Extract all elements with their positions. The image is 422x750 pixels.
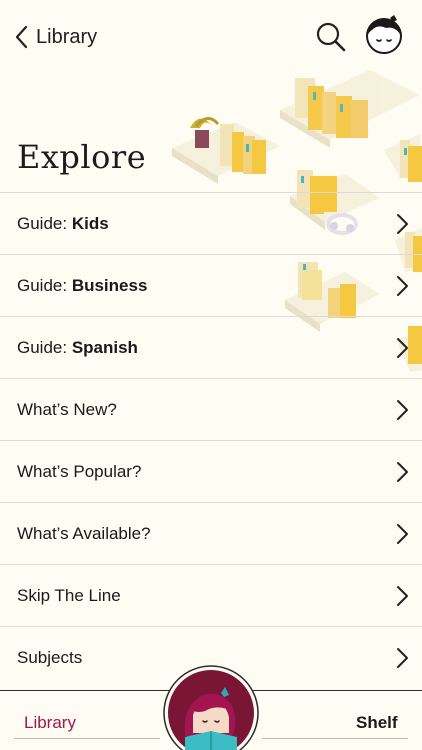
- list-item-label: Guide: Spanish: [17, 337, 138, 357]
- list-item-label: Subjects: [17, 647, 83, 667]
- list-item-label: What’s Popular?: [17, 461, 142, 481]
- chevron-right-icon: [397, 214, 408, 234]
- list-item-guide-business[interactable]: Guide: Business: [0, 254, 422, 316]
- chevron-left-icon: [15, 25, 28, 49]
- search-icon: [316, 22, 346, 52]
- back-label: Library: [36, 25, 98, 48]
- chevron-right-icon: [397, 462, 408, 482]
- top-bar: Library: [0, 0, 422, 72]
- explore-list: Guide: Kids Guide: Business Guide: Spani…: [0, 192, 422, 688]
- tab-divider: [14, 738, 160, 739]
- search-button[interactable]: [314, 20, 348, 54]
- chevron-right-icon: [397, 648, 408, 668]
- list-item-guide-spanish[interactable]: Guide: Spanish: [0, 316, 422, 378]
- list-item-whats-new[interactable]: What’s New?: [0, 378, 422, 440]
- list-item-skip-the-line[interactable]: Skip The Line: [0, 564, 422, 626]
- tab-library[interactable]: Library: [24, 713, 76, 733]
- list-item-label: Guide: Kids: [17, 213, 109, 233]
- list-item-label: Guide: Business: [17, 275, 148, 295]
- libby-reader-button[interactable]: [163, 665, 259, 750]
- page-title: Explore: [17, 138, 147, 176]
- list-item-whats-popular[interactable]: What’s Popular?: [0, 440, 422, 502]
- chevron-right-icon: [397, 586, 408, 606]
- back-button[interactable]: Library: [14, 22, 97, 52]
- list-item-label: What’s Available?: [17, 523, 151, 543]
- libby-avatar-button[interactable]: [364, 14, 404, 54]
- list-item-whats-available[interactable]: What’s Available?: [0, 502, 422, 564]
- chevron-right-icon: [397, 524, 408, 544]
- chevron-right-icon: [397, 276, 408, 296]
- list-item-guide-kids[interactable]: Guide: Kids: [0, 192, 422, 254]
- tab-divider: [262, 738, 408, 739]
- list-item-label: Skip The Line: [17, 585, 121, 605]
- libby-avatar-icon: [366, 15, 402, 54]
- chevron-right-icon: [397, 338, 408, 358]
- explore-screen: Library Explore Guide: Kids Guide: Busin…: [0, 0, 422, 750]
- chevron-right-icon: [397, 400, 408, 420]
- tab-shelf[interactable]: Shelf: [356, 713, 398, 733]
- list-item-label: What’s New?: [17, 399, 117, 419]
